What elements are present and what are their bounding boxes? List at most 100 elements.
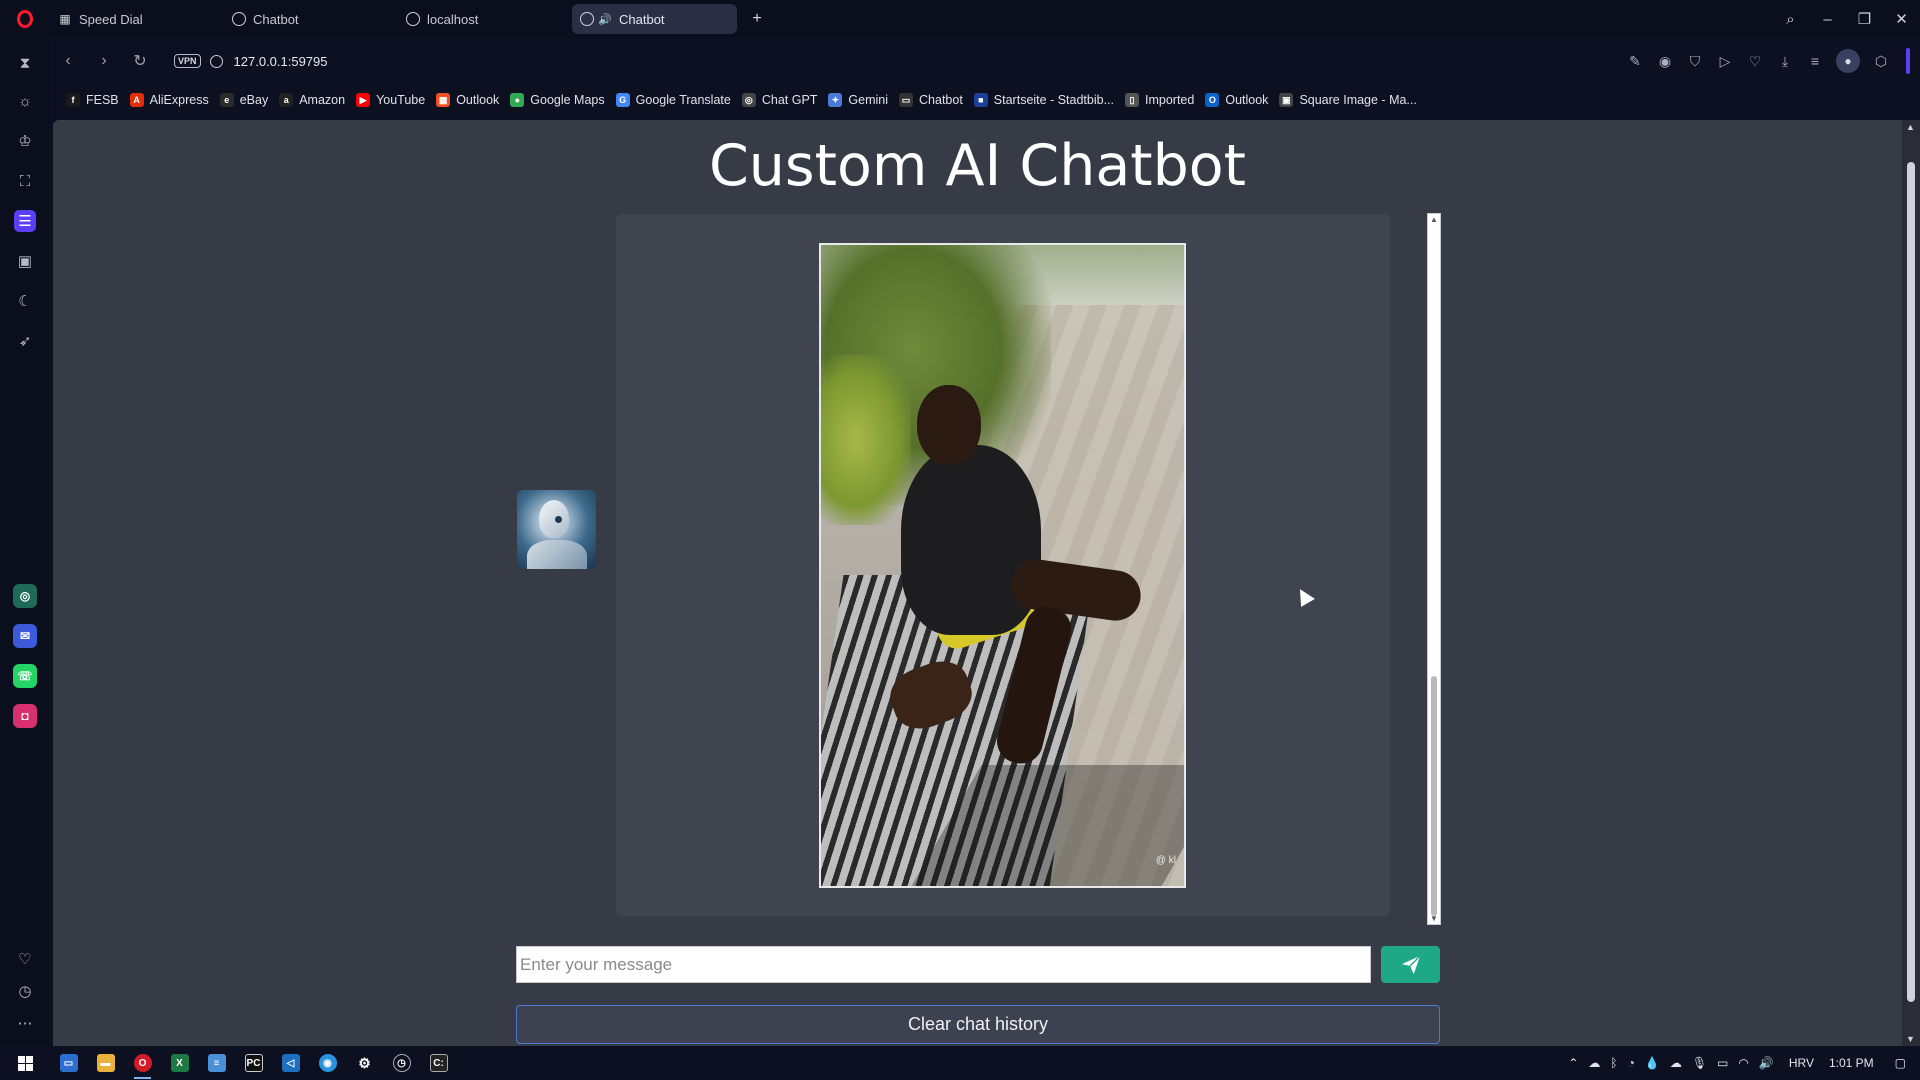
whatsapp-icon[interactable]: ☏	[13, 664, 37, 688]
chat-scroll-thumb[interactable]	[1431, 676, 1437, 916]
taskbar-explorer[interactable]: ▬	[87, 1046, 124, 1080]
clear-history-button[interactable]: Clear chat history	[516, 1005, 1440, 1044]
taskbar-desktop[interactable]: ▭	[50, 1046, 87, 1080]
new-tab-button[interactable]: +	[746, 8, 768, 30]
bookmark-item[interactable]: ▶ YouTube	[356, 93, 425, 107]
tab-strip: ▦ Speed Dial Chatbot localhost 🔊 Chatbot…	[0, 0, 1920, 38]
profile-icon[interactable]: ●	[1836, 49, 1860, 73]
bluetooth-icon[interactable]: ᛒ	[1610, 1056, 1617, 1070]
vpn-badge[interactable]: VPN	[174, 54, 201, 68]
bookmark-item[interactable]: ● Google Maps	[510, 93, 605, 107]
send-button[interactable]	[1381, 946, 1440, 983]
camera-icon[interactable]: ◉	[1650, 53, 1680, 70]
window-controls: ⌕ – ❐ ✕	[1772, 0, 1920, 38]
tab-speed-dial[interactable]: ▦ Speed Dial	[50, 4, 215, 34]
crown-icon[interactable]: ♔	[14, 130, 36, 152]
drop-icon[interactable]: 💧	[1645, 1056, 1660, 1070]
minimize-button[interactable]: –	[1809, 11, 1846, 28]
taskbar-terminal[interactable]: C:	[420, 1046, 457, 1080]
opera-menu-button[interactable]	[0, 0, 50, 38]
hourglass-icon[interactable]: ⧗	[14, 52, 36, 74]
heart-icon[interactable]: ♡	[14, 948, 36, 970]
taskbar-app-blue[interactable]: ◉	[309, 1046, 346, 1080]
bookmark-item[interactable]: A AliExpress	[129, 93, 209, 107]
menu-icon[interactable]: ≡	[1800, 53, 1830, 69]
monitor-icon: ▭	[59, 1054, 78, 1072]
bookmark-item[interactable]: ▯ Imported	[1125, 93, 1194, 107]
taskbar-pycharm[interactable]: PC	[235, 1046, 272, 1080]
start-button[interactable]	[0, 1055, 50, 1071]
tab-chatbot-active[interactable]: 🔊 Chatbot	[572, 4, 737, 34]
robot-body	[527, 540, 587, 569]
bookmark-item[interactable]: ■ Startseite - Stadtbib...	[973, 93, 1114, 107]
sun-icon[interactable]: ☼	[14, 90, 36, 112]
instagram-icon[interactable]: ◘	[13, 704, 37, 728]
play-icon[interactable]: ▷	[1710, 53, 1740, 70]
volume-icon[interactable]: 🔊	[1759, 1056, 1774, 1070]
list-icon[interactable]: ☰	[14, 210, 36, 232]
reload-button[interactable]: ↻	[122, 51, 158, 71]
mic-icon[interactable]: 🎙	[1692, 1056, 1707, 1070]
bookmark-item[interactable]: ◎ Chat GPT	[741, 93, 817, 107]
messenger-icon[interactable]: ✉	[13, 624, 37, 648]
taskbar-settings[interactable]: ⚙	[346, 1046, 383, 1080]
chevron-up-icon[interactable]: ⌃	[1568, 1056, 1578, 1070]
onedrive-icon[interactable]: ☁	[1670, 1056, 1682, 1070]
tab-chatbot[interactable]: Chatbot	[224, 4, 389, 34]
close-window-button[interactable]: ✕	[1883, 10, 1920, 28]
more-icon[interactable]: ⋯	[14, 1012, 36, 1034]
notification-icon[interactable]: ▢	[1895, 1056, 1906, 1070]
bookmark-item[interactable]: e eBay	[219, 93, 268, 107]
bookmark-item[interactable]: f FESB	[66, 93, 119, 107]
site-info-icon[interactable]	[209, 54, 223, 68]
taskbar-opera[interactable]: O	[124, 1046, 161, 1080]
chatgpt-icon[interactable]: ◎	[13, 584, 37, 608]
taskbar-clock-app[interactable]: ◷	[383, 1046, 420, 1080]
bookmark-label: Amazon	[299, 93, 346, 107]
page-scroll-thumb[interactable]	[1907, 162, 1915, 1002]
bookmark-item[interactable]: ▭ Chatbot	[899, 93, 963, 107]
history-icon[interactable]: ◷	[14, 980, 36, 1002]
chat-scrollbar[interactable]: ▲ ▼	[1427, 213, 1441, 925]
cloud-icon[interactable]: ☁	[1588, 1056, 1600, 1070]
globe-icon	[232, 12, 246, 26]
scroll-up-icon[interactable]: ▲	[1430, 215, 1438, 224]
bookmark-item[interactable]: ▣ Square Image - Ma...	[1279, 93, 1417, 107]
message-input[interactable]	[516, 946, 1371, 983]
bag-icon[interactable]: ⛶	[14, 170, 36, 192]
briefcase-icon[interactable]: ▣	[14, 250, 36, 272]
taskbar-vscode[interactable]: ◁	[272, 1046, 309, 1080]
restore-button[interactable]: ❐	[1846, 10, 1883, 28]
scroll-up-icon[interactable]: ▲	[1906, 122, 1915, 132]
url-field[interactable]: 127.0.0.1:59795	[234, 54, 328, 69]
bookmark-icon: f	[66, 93, 80, 107]
taskbar-excel[interactable]: X	[161, 1046, 198, 1080]
taskbar-notepad[interactable]: ≡	[198, 1046, 235, 1080]
language-indicator[interactable]: HRV	[1789, 1056, 1814, 1070]
forward-button[interactable]: ›	[86, 52, 122, 70]
bookmark-item[interactable]: ✦ Gemini	[828, 93, 888, 107]
cube-icon[interactable]: ⬡	[1866, 53, 1896, 70]
clock[interactable]: 1:01 PM	[1829, 1056, 1874, 1070]
heart-icon[interactable]: ♡	[1740, 53, 1770, 70]
scroll-down-icon[interactable]: ▼	[1906, 1034, 1915, 1044]
speaker-icon[interactable]: 🔊	[598, 12, 612, 26]
tab-localhost[interactable]: localhost	[398, 4, 563, 34]
search-tabs-icon[interactable]: ⌕	[1772, 11, 1809, 28]
rss-icon[interactable]: ◔	[1628, 1056, 1635, 1070]
rocket-icon[interactable]: ➶	[14, 330, 36, 352]
page-scrollbar[interactable]: ▲ ▼	[1902, 120, 1920, 1046]
edit-icon[interactable]: ✎	[1620, 53, 1650, 70]
battery-icon[interactable]: ▭	[1717, 1056, 1728, 1070]
scroll-down-icon[interactable]: ▼	[1430, 914, 1438, 923]
bookmark-item[interactable]: O Outlook	[1205, 93, 1268, 107]
chat-video[interactable]: @ kl	[819, 243, 1186, 888]
back-button[interactable]: ‹	[50, 52, 86, 70]
moon-icon[interactable]: ☾	[14, 290, 36, 312]
download-icon[interactable]: ⤓	[1770, 53, 1800, 70]
bookmark-item[interactable]: ▦ Outlook	[436, 93, 499, 107]
shield-icon[interactable]: ⛉	[1680, 53, 1710, 70]
bookmark-item[interactable]: G Google Translate	[615, 93, 731, 107]
wifi-icon[interactable]: ◠	[1738, 1056, 1748, 1070]
bookmark-item[interactable]: a Amazon	[279, 93, 345, 107]
